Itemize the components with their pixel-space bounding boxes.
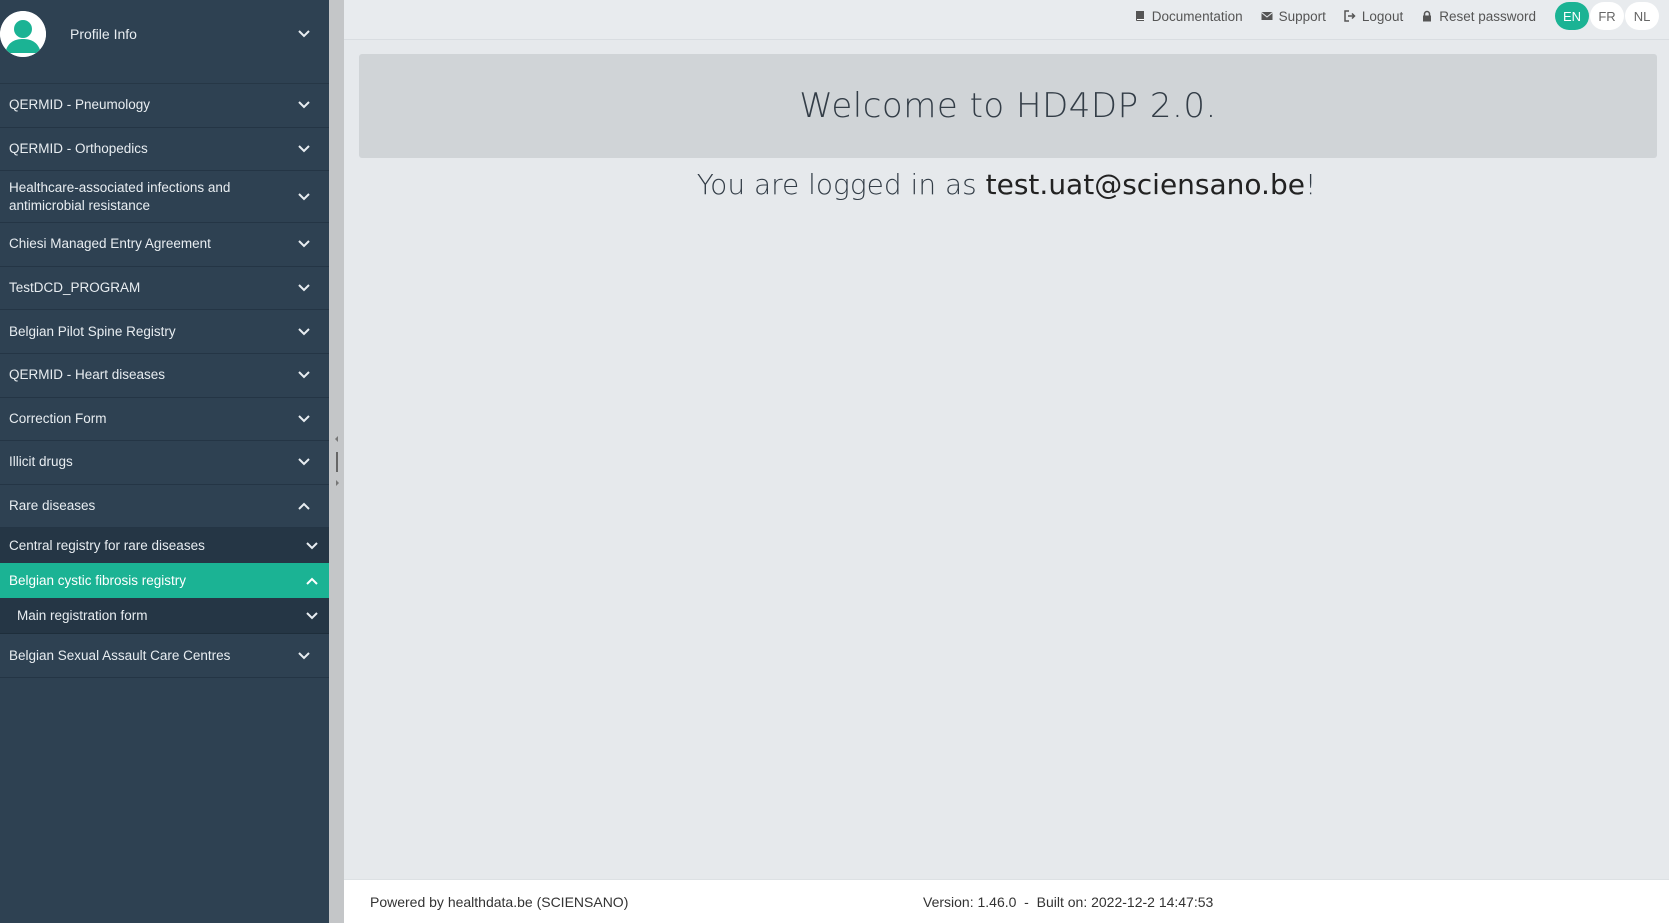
chevron-down-icon: [305, 539, 319, 553]
sidebar-item-label: Main registration form: [17, 608, 148, 624]
chevron-down-icon: [297, 649, 311, 663]
expand-right-icon[interactable]: [336, 480, 339, 486]
sidebar-item-sexual-assault-care[interactable]: Belgian Sexual Assault Care Centres: [0, 634, 329, 678]
chevron-down-icon: [297, 325, 311, 339]
chevron-down-icon: [297, 368, 311, 382]
sidebar-subitem-central-registry[interactable]: Central registry for rare diseases: [0, 528, 329, 564]
sidebar-item-healthcare-infections[interactable]: Healthcare-associated infections and ant…: [0, 171, 329, 224]
documentation-label: Documentation: [1151, 8, 1243, 24]
profile-header[interactable]: Profile Info: [0, 0, 329, 84]
sidebar-item-label: Correction Form: [9, 410, 107, 426]
sidebar-item-label: Illicit drugs: [9, 454, 73, 470]
language-fr-button[interactable]: FR: [1590, 2, 1624, 30]
documentation-link[interactable]: Documentation: [1134, 9, 1243, 24]
chevron-down-icon: [297, 237, 311, 251]
logout-link[interactable]: Logout: [1344, 9, 1403, 24]
sidebar-item-spine-registry[interactable]: Belgian Pilot Spine Registry: [0, 310, 329, 354]
chevron-down-icon: [297, 98, 311, 112]
splitter-handle[interactable]: [336, 452, 338, 472]
sidebar-subitem-main-registration-form[interactable]: Main registration form: [0, 598, 329, 635]
logout-label: Logout: [1361, 8, 1404, 24]
sidebar-splitter[interactable]: [329, 0, 344, 923]
user-email: test.uat@sciensano.be: [985, 168, 1305, 201]
chevron-down-icon[interactable]: [297, 27, 311, 41]
profile-info-label[interactable]: Profile Info: [70, 26, 137, 42]
sidebar-item-label: Rare diseases: [9, 498, 96, 514]
sidebar-item-qermid-orthopedics[interactable]: QERMID - Orthopedics: [0, 128, 329, 172]
sidebar-item-heart-diseases[interactable]: QERMID - Heart diseases: [0, 354, 329, 398]
chevron-up-icon: [305, 574, 319, 588]
sidebar: Profile Info QERMID - Pneumology QERMID …: [0, 0, 329, 923]
book-icon: [1135, 11, 1144, 21]
sidebar-item-label: QERMID - Orthopedics: [9, 140, 148, 156]
chevron-down-icon: [305, 609, 319, 623]
sidebar-item-label: Healthcare-associated infections and ant…: [9, 179, 231, 213]
sidebar-item-label: Central registry for rare diseases: [9, 538, 205, 554]
sidebar-item-label: Belgian Pilot Spine Registry: [9, 323, 176, 339]
lock-icon: [1423, 10, 1432, 22]
reset-password-link[interactable]: Reset password: [1421, 9, 1536, 24]
sidebar-item-illicit-drugs[interactable]: Illicit drugs: [0, 441, 329, 485]
language-nl-button[interactable]: NL: [1625, 2, 1659, 30]
topbar: Documentation Support Logout Reset passw…: [344, 0, 1669, 40]
sidebar-item-label: Belgian cystic fibrosis registry: [9, 573, 187, 589]
chevron-down-icon: [297, 190, 311, 204]
sidebar-item-label: Belgian Sexual Assault Care Centres: [9, 647, 231, 663]
chevron-down-icon: [297, 455, 311, 469]
sidebar-item-label: Chiesi Managed Entry Agreement: [9, 236, 211, 252]
support-label: Support: [1278, 8, 1326, 24]
version-text: Version: 1.46.0 - Built on: 2022-12-2 14…: [923, 894, 1214, 910]
envelope-icon: [1260, 12, 1273, 20]
welcome-title: Welcome to HD4DP 2.0.: [799, 86, 1217, 126]
language-en-button[interactable]: EN: [1555, 2, 1589, 30]
logged-in-suffix: !: [1304, 168, 1317, 201]
sidebar-item-testdcd[interactable]: TestDCD_PROGRAM: [0, 267, 329, 311]
sign-out-icon: [1344, 10, 1356, 22]
sidebar-item-label: QERMID - Pneumology: [9, 97, 151, 113]
collapse-left-icon[interactable]: [335, 436, 338, 442]
sidebar-item-label: QERMID - Heart diseases: [9, 367, 166, 383]
chevron-up-icon: [297, 499, 311, 513]
sidebar-item-correction-form[interactable]: Correction Form: [0, 398, 329, 442]
welcome-banner: Welcome to HD4DP 2.0.: [359, 54, 1657, 158]
chevron-down-icon: [297, 281, 311, 295]
logged-in-message: You are logged in as test.uat@sciensano.…: [344, 168, 1669, 201]
logged-in-prefix: You are logged in as: [696, 168, 986, 201]
sidebar-item-rare-diseases[interactable]: Rare diseases: [0, 485, 329, 529]
chevron-down-icon: [297, 142, 311, 156]
user-avatar-icon: [0, 11, 46, 57]
sidebar-item-qermid-pneumology[interactable]: QERMID - Pneumology: [0, 84, 329, 128]
footer: Powered by healthdata.be (SCIENSANO) Ver…: [344, 879, 1669, 923]
support-link[interactable]: Support: [1260, 8, 1326, 24]
reset-password-label: Reset password: [1439, 8, 1536, 24]
powered-by-text: Powered by healthdata.be (SCIENSANO): [370, 894, 629, 910]
sidebar-item-label: TestDCD_PROGRAM: [9, 280, 141, 296]
sidebar-item-chiesi[interactable]: Chiesi Managed Entry Agreement: [0, 223, 329, 267]
chevron-down-icon: [297, 412, 311, 426]
sidebar-subitem-cystic-fibrosis[interactable]: Belgian cystic fibrosis registry: [0, 563, 329, 599]
